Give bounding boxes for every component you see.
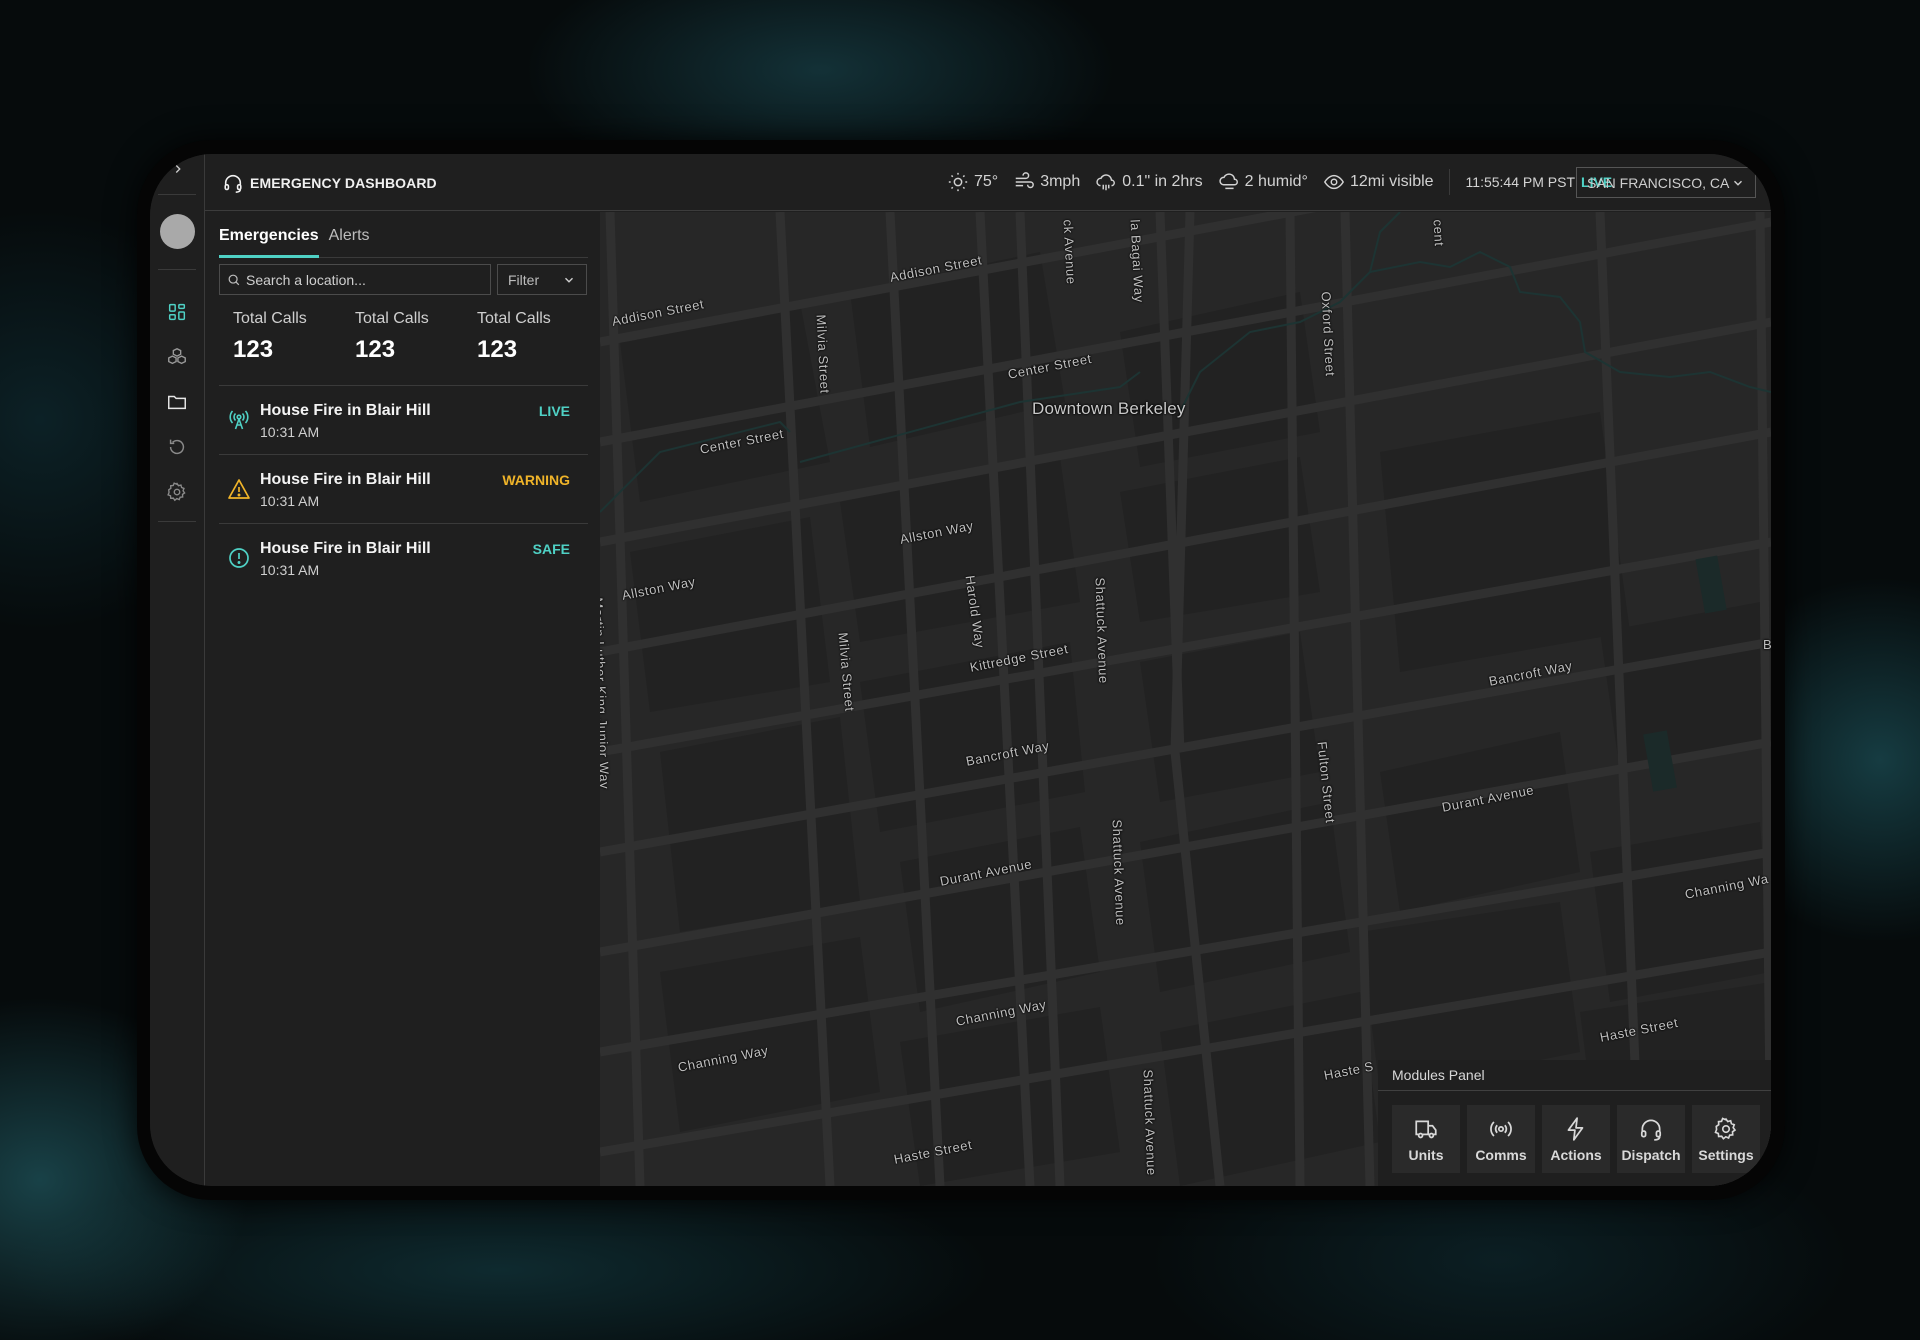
stat-card: Total Calls 123 <box>355 310 477 364</box>
headset-icon <box>1640 1118 1662 1141</box>
status-badge: LIVE <box>538 403 570 419</box>
wind: 3mph <box>1013 171 1080 193</box>
map-area-label: Downtown Berkeley <box>1032 399 1186 418</box>
avatar[interactable] <box>160 214 195 249</box>
search-field[interactable] <box>219 264 491 295</box>
module-label: Comms <box>1475 1146 1527 1163</box>
map-street-label: B <box>1763 637 1771 652</box>
modules-panel: Modules Panel Units Comms Actions Dispat… <box>1378 1060 1771 1186</box>
chevron-down-icon <box>1734 180 1742 186</box>
module-label: Dispatch <box>1621 1146 1681 1163</box>
humidity: 2 humid° <box>1218 171 1308 193</box>
chevron-down-icon <box>565 277 573 283</box>
rail-divider <box>158 269 196 270</box>
weather-bar: 75° 3mph 0.1" in 2hrs 2 humid° 12mi visi… <box>947 169 1612 195</box>
cloud-icon <box>1218 173 1238 190</box>
location-value: SAN FRANCISCO, CA <box>1587 174 1730 191</box>
visibility: 12mi visible <box>1323 171 1434 193</box>
rainfall: 0.1" in 2hrs <box>1095 171 1203 193</box>
tab-alerts[interactable]: Alerts <box>329 222 370 258</box>
icon-rail <box>150 154 205 1186</box>
stat-card: Total Calls 123 <box>233 310 355 364</box>
broadcast-tower-icon <box>227 408 251 432</box>
sidebar-item-history[interactable] <box>166 436 188 458</box>
folder-icon <box>168 395 186 410</box>
sidebar-item-dashboard[interactable] <box>166 301 188 323</box>
sun-icon <box>948 172 968 192</box>
gear-icon <box>1714 1116 1737 1140</box>
emergency-item[interactable]: House Fire in Blair Hill 10:31 AM SAFE <box>219 523 588 592</box>
history-icon <box>169 439 185 455</box>
eye-icon <box>1323 174 1344 190</box>
sidebar-item-settings[interactable] <box>166 481 188 503</box>
map-street-label: cent <box>1430 219 1447 247</box>
emergency-title: House Fire in Blair Hill <box>260 471 431 488</box>
module-label: Actions <box>1550 1146 1602 1163</box>
module-label: Settings <box>1698 1146 1754 1163</box>
header-divider <box>1448 169 1450 195</box>
emergency-time: 10:31 AM <box>260 424 320 440</box>
top-header: EMERGENCY DASHBOARD 75° 3mph 0.1" in 2hr… <box>205 154 1771 211</box>
module-label: Units <box>1408 1146 1444 1163</box>
cloud-rain-icon <box>1096 174 1116 191</box>
modules-divider <box>1378 1090 1771 1091</box>
stat-card: Total Calls 123 <box>477 310 599 364</box>
grid-icon <box>168 303 186 321</box>
emergency-title: House Fire in Blair Hill <box>260 540 431 557</box>
panel-tabs: Emergencies Alerts <box>219 222 588 258</box>
sidebar-item-files[interactable] <box>166 391 188 413</box>
module-settings-button[interactable]: Settings <box>1692 1105 1760 1173</box>
rail-divider <box>158 194 196 195</box>
broadcast-icon <box>1490 1120 1512 1137</box>
emergencies-panel: Emergencies Alerts Filter Total Calls 12… <box>205 212 600 1186</box>
modules-panel-title: Modules Panel <box>1392 1067 1485 1083</box>
temperature: 75° <box>947 171 998 193</box>
map-canvas[interactable] <box>600 212 1771 1186</box>
tab-emergencies[interactable]: Emergencies <box>219 222 319 258</box>
sidebar-item-modules[interactable] <box>166 346 188 368</box>
search-icon <box>228 274 240 285</box>
stat-value: 123 <box>355 336 396 363</box>
headset-icon <box>224 174 242 193</box>
boxes-icon <box>168 347 186 365</box>
status-badge: SAFE <box>532 541 570 557</box>
stat-label: Total Calls <box>355 310 429 327</box>
alert-circle-icon <box>227 546 251 570</box>
app-title: EMERGENCY DASHBOARD <box>250 175 437 191</box>
stat-value: 123 <box>477 336 518 363</box>
status-badge: WARNING <box>502 472 570 488</box>
emergency-time: 10:31 AM <box>260 562 320 578</box>
stat-label: Total Calls <box>477 310 551 327</box>
module-units-button[interactable]: Units <box>1392 1105 1460 1173</box>
emergency-item[interactable]: House Fire in Blair Hill 10:31 AM LIVE <box>219 385 588 454</box>
call-stats: Total Calls 123 Total Calls 123 Total Ca… <box>233 310 599 364</box>
stat-label: Total Calls <box>233 310 307 327</box>
expand-sidebar-button[interactable] <box>170 162 186 178</box>
emergency-list: House Fire in Blair Hill 10:31 AM LIVE H… <box>219 385 588 592</box>
filter-label: Filter <box>508 271 540 288</box>
emergency-item[interactable]: House Fire in Blair Hill 10:31 AM WARNIN… <box>219 454 588 523</box>
filter-select[interactable]: Filter <box>497 264 587 295</box>
rail-divider <box>158 521 196 522</box>
module-comms-button[interactable]: Comms <box>1467 1105 1535 1173</box>
map-view[interactable]: Downtown Berkeley Addison Street Addison… <box>600 212 1771 1186</box>
stat-value: 123 <box>233 336 274 363</box>
truck-icon <box>1415 1120 1437 1138</box>
search-input[interactable] <box>246 271 483 288</box>
chevron-right-icon <box>175 165 181 173</box>
lightning-icon <box>1567 1116 1584 1141</box>
app-window: EMERGENCY DASHBOARD 75° 3mph 0.1" in 2hr… <box>150 154 1771 1186</box>
module-dispatch-button[interactable]: Dispatch <box>1617 1105 1685 1173</box>
emergency-time: 10:31 AM <box>260 493 320 509</box>
warning-triangle-icon <box>227 477 251 501</box>
wind-icon <box>1015 172 1035 189</box>
clock: 11:55:44 PM PST <box>1465 174 1576 190</box>
gear-icon <box>167 482 186 502</box>
emergency-title: House Fire in Blair Hill <box>260 402 431 419</box>
brand: EMERGENCY DASHBOARD <box>222 172 437 194</box>
location-select[interactable]: SAN FRANCISCO, CA <box>1576 167 1756 198</box>
modules-grid: Units Comms Actions Dispatch Settings <box>1392 1105 1760 1173</box>
module-actions-button[interactable]: Actions <box>1542 1105 1610 1173</box>
